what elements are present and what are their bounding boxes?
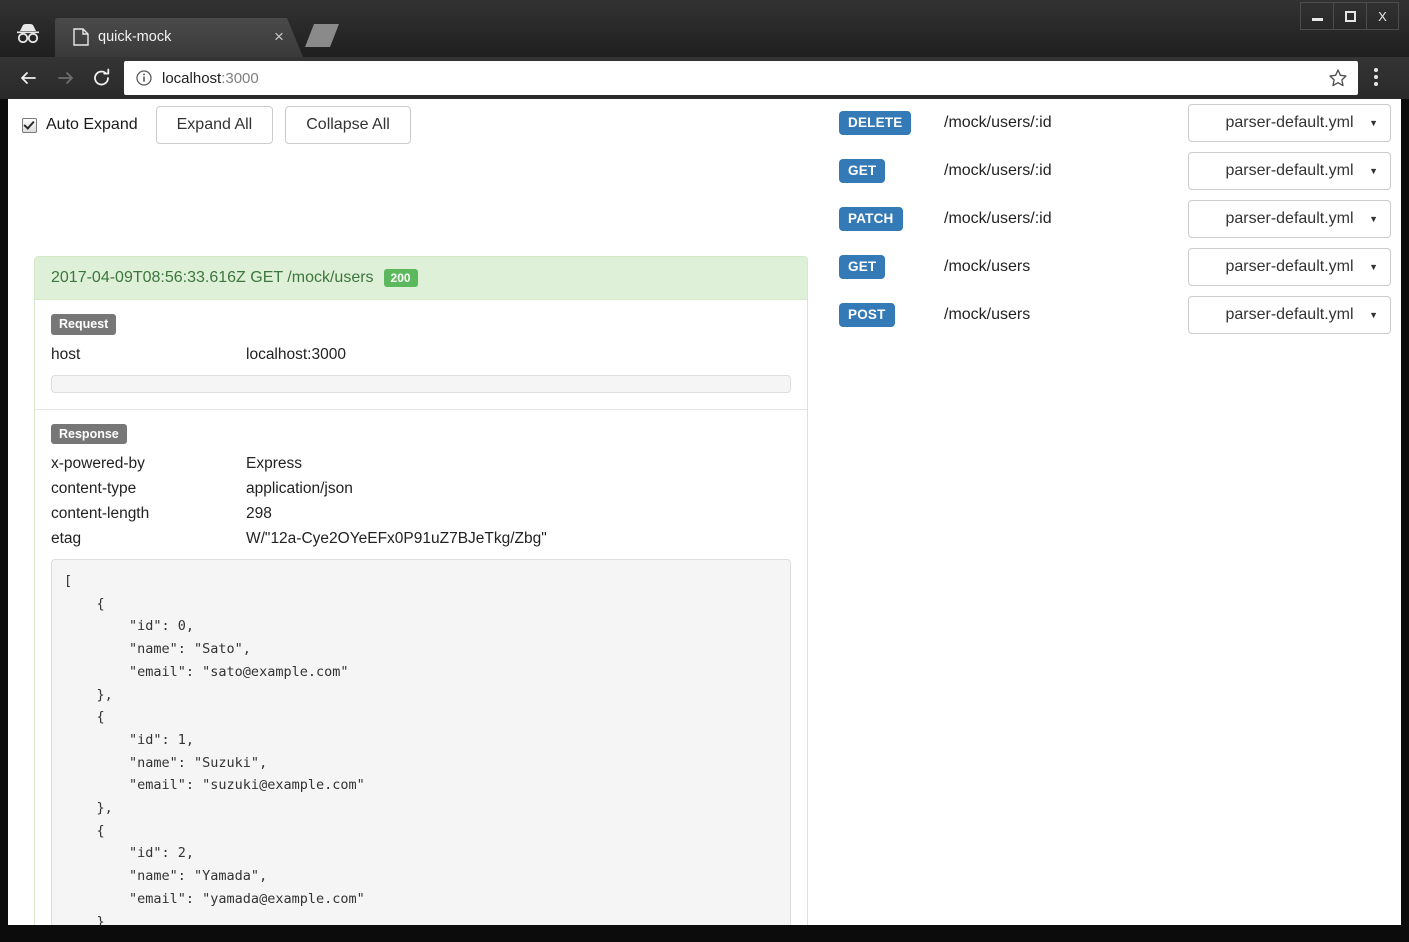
header-value: Express [246,455,302,472]
response-section: Response x-powered-by Express content-ty… [35,408,807,925]
bookmark-star-icon[interactable] [1328,68,1348,88]
browser-window: quick-mock × X localhost:3000 Auto Expan… [0,0,1409,942]
header-row: content-type application/json [51,476,791,501]
parser-select-value: parser-default.yml [1225,114,1354,131]
route-path: /mock/users/:id [944,114,1052,131]
log-entry-header[interactable]: 2017-04-09T08:56:33.616Z GET /mock/users… [35,257,807,300]
request-body [51,374,791,393]
parser-select[interactable]: parser-default.yml ▼ [1188,200,1391,238]
route-row: DELETE /mock/users/:id parser-default.ym… [828,99,1401,147]
url-host: localhost [162,69,222,87]
log-entry-panel: 2017-04-09T08:56:33.616Z GET /mock/users… [34,256,808,925]
request-headers: host localhost:3000 [51,342,791,367]
parser-select-value: parser-default.yml [1225,162,1354,179]
new-tab-button[interactable] [305,24,339,47]
header-value: 298 [246,505,272,522]
method-badge: GET [839,255,886,279]
expand-all-button[interactable]: Expand All [155,106,274,144]
back-icon[interactable] [12,62,44,94]
chevron-down-icon: ▼ [1369,166,1378,176]
header-key: content-length [51,505,150,522]
response-badge: Response [51,423,127,444]
route-path: /mock/users [944,258,1031,275]
route-path: /mock/users [944,306,1031,323]
site-info-icon[interactable] [136,70,152,86]
address-bar[interactable]: localhost:3000 [124,61,1358,95]
log-entry-title: 2017-04-09T08:56:33.616Z GET /mock/users [51,269,374,286]
header-value: localhost:3000 [246,345,346,363]
tab-strip: quick-mock × X [0,0,1409,57]
header-value: application/json [246,480,353,497]
maximize-button[interactable] [1333,2,1366,30]
parser-select-value: parser-default.yml [1225,306,1354,323]
route-list: DELETE /mock/users/:id parser-default.ym… [828,99,1401,925]
header-row: etag W/"12a-Cye2OYeEFx0P91uZ7BJeTkg/Zbg" [51,526,791,551]
browser-tab[interactable]: quick-mock × [55,18,303,57]
header-key: content-type [51,480,137,497]
response-headers: x-powered-by Express content-type applic… [51,451,791,551]
method-badge: GET [839,159,886,183]
header-key: etag [51,530,82,547]
url-port: :3000 [221,69,259,87]
parser-select[interactable]: parser-default.yml ▼ [1188,104,1391,142]
forward-icon[interactable] [50,62,82,94]
chevron-down-icon: ▼ [1369,262,1378,272]
auto-expand-checkbox[interactable]: Auto Expand [22,116,138,134]
auto-expand-label: Auto Expand [46,116,138,133]
page-viewport: Auto Expand Expand All Collapse All 2017… [8,99,1401,925]
route-path: /mock/users/:id [944,162,1052,179]
tab-title: quick-mock [98,29,172,45]
route-path: /mock/users/:id [944,210,1052,227]
chrome-menu-icon[interactable] [1374,68,1378,89]
window-controls: X [1300,2,1399,30]
method-badge: DELETE [839,111,912,135]
log-controls: Auto Expand Expand All Collapse All [22,104,423,146]
parser-select-value: parser-default.yml [1225,258,1354,275]
parser-select[interactable]: parser-default.yml ▼ [1188,248,1391,286]
route-row: GET /mock/users/:id parser-default.yml ▼ [828,147,1401,195]
header-row: x-powered-by Express [51,451,791,476]
close-window-button[interactable]: X [1366,2,1399,30]
header-row: host localhost:3000 [51,342,791,367]
parser-select-value: parser-default.yml [1225,210,1354,227]
header-key: host [51,345,81,363]
route-row: GET /mock/users parser-default.yml ▼ [828,243,1401,291]
log-column: Auto Expand Expand All Collapse All 2017… [8,99,828,925]
header-value: W/"12a-Cye2OYeEFx0P91uZ7BJeTkg/Zbg" [246,530,547,547]
chevron-down-icon: ▼ [1369,118,1378,128]
chevron-down-icon: ▼ [1369,310,1378,320]
browser-toolbar: localhost:3000 [0,57,1409,99]
request-section: Request host localhost:3000 [35,300,807,409]
minimize-button[interactable] [1300,2,1333,30]
chevron-down-icon: ▼ [1369,214,1378,224]
url-text: localhost:3000 [162,70,259,87]
route-row: POST /mock/users parser-default.yml ▼ [828,291,1401,339]
collapse-all-button[interactable]: Collapse All [285,106,411,144]
request-badge: Request [51,314,117,335]
method-badge: POST [839,303,895,327]
log-entry-body: Request host localhost:3000 Response x-p… [35,300,807,925]
header-key: x-powered-by [51,455,145,472]
method-badge: PATCH [839,207,903,231]
parser-select[interactable]: parser-default.yml ▼ [1188,152,1391,190]
reload-icon[interactable] [86,62,118,94]
status-badge: 200 [383,269,418,287]
response-body-json: [ { "id": 0, "name": "Sato", "email": "s… [51,559,791,925]
page-favicon-icon [73,28,89,46]
checkbox-box-icon [22,117,37,133]
incognito-icon [10,20,46,46]
header-row: content-length 298 [51,501,791,526]
parser-select[interactable]: parser-default.yml ▼ [1188,296,1391,334]
tab-close-icon[interactable]: × [270,28,288,46]
route-row: PATCH /mock/users/:id parser-default.yml… [828,195,1401,243]
